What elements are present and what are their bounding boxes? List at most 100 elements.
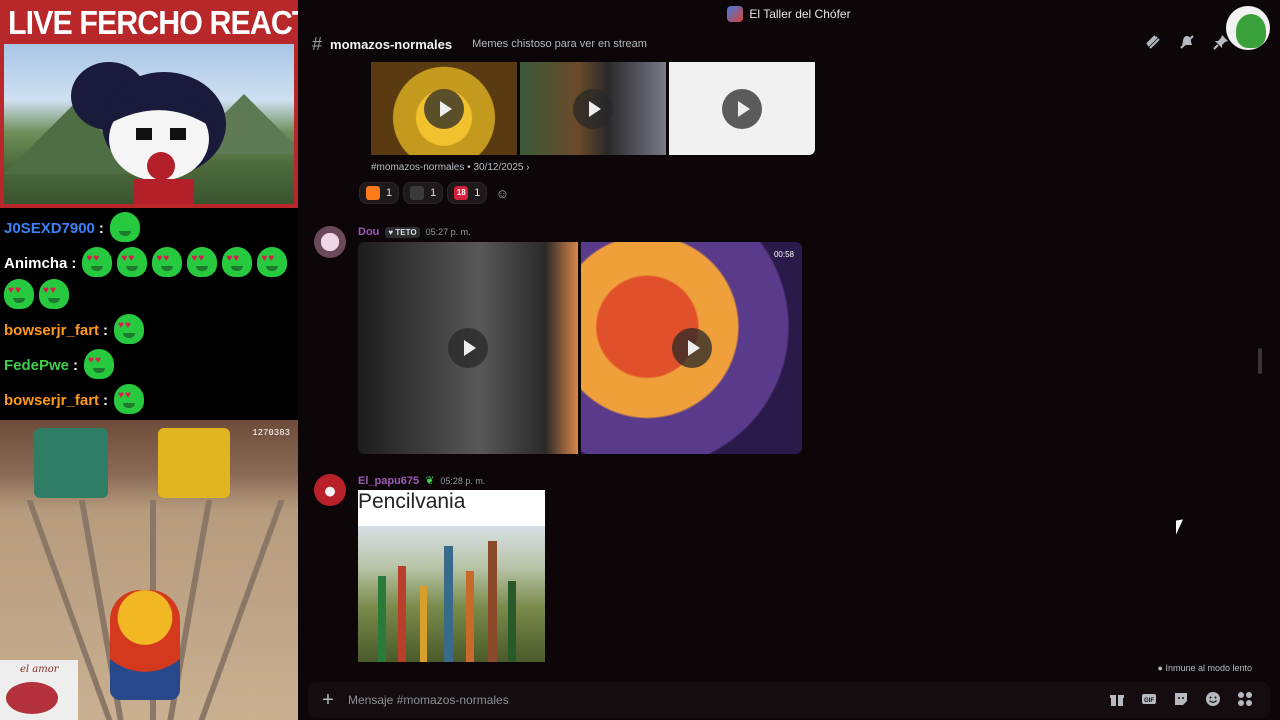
message-composer: + GIF (308, 682, 1270, 718)
webcam-image (4, 44, 294, 204)
emote-icon (109, 212, 140, 242)
add-attachment-button[interactable]: + (308, 689, 348, 712)
emote-icon (152, 247, 183, 277)
sticker-text: el amor (20, 664, 59, 675)
message-timestamp: 05:28 p. m. (440, 475, 486, 486)
reaction-fire[interactable]: 1 (359, 182, 400, 204)
play-icon[interactable] (448, 328, 488, 368)
threads-icon[interactable] (1144, 34, 1162, 52)
emote-icon (117, 247, 148, 277)
chat-message: bowserjr_fart: (4, 314, 294, 346)
server-icon (727, 6, 744, 22)
video-attachment[interactable] (520, 62, 666, 155)
message-username[interactable]: El_papu675 (358, 475, 419, 487)
emote-icon (84, 349, 115, 379)
chat-message: FedePwe: (4, 349, 294, 381)
emote-icon (114, 384, 145, 414)
gameplay-video: 1270383 el amor (0, 420, 298, 720)
chat-separator: : (103, 391, 109, 409)
play-icon[interactable] (671, 328, 712, 368)
chat-username: J0SEXD7900 (4, 219, 95, 237)
webcam-frame: LIVE FERCHO REACTION (0, 0, 362, 208)
forward-source[interactable]: #momazos-normales • 30/12/2025 › (371, 162, 530, 173)
video-attachment[interactable]: 00:58 (581, 242, 802, 454)
guild-tag-label: TETO (395, 227, 417, 237)
gift-icon[interactable] (1108, 691, 1126, 709)
train (158, 428, 230, 498)
svg-text:GIF: GIF (1144, 698, 1154, 704)
message-timestamp: 05:27 p. m. (425, 227, 471, 237)
gif-icon[interactable]: GIF (1140, 691, 1158, 709)
add-reaction-icon[interactable]: ☺ (491, 182, 513, 204)
video-duration: 00:58 (773, 250, 794, 259)
game-score: 1270383 (252, 428, 290, 438)
channel-header: # momazos-normales Memes chistoso para v… (298, 28, 1280, 60)
chat-username: bowserjr_fart (4, 321, 100, 339)
runner-character (110, 590, 180, 700)
sticker-icon (410, 186, 425, 200)
image-caption: Pencilvania (358, 490, 466, 513)
avatar[interactable] (314, 474, 346, 506)
video-attachment[interactable] (358, 242, 578, 454)
badge-icon: ❦ (425, 475, 435, 487)
message-username[interactable]: Dou (358, 226, 379, 238)
chat-separator: : (98, 219, 104, 237)
slow-mode-label: Inmune al modo lento (1165, 663, 1252, 673)
stream-overlay: LIVE FERCHO REACTION J0SEXD7900: Animcha:… (0, 0, 362, 720)
mouse-cursor (1176, 519, 1183, 535)
message-header: El_papu675 ❦ 05:28 p. m. (358, 474, 486, 488)
forward-date: 30/12/2025 (473, 162, 524, 173)
forward-channel[interactable]: #momazos-normales (371, 162, 464, 173)
sticker-overlay: el amor (0, 660, 78, 720)
mute-icon[interactable] (1178, 34, 1196, 52)
stream-chat: J0SEXD7900:Animcha:bowserjr_fart:FedePwe… (0, 208, 298, 420)
chat-message: J0SEXD7900: (4, 212, 294, 244)
video-attachment[interactable] (371, 62, 517, 155)
server-name: El Taller del Chófer (749, 7, 851, 21)
chat-separator: : (73, 356, 79, 374)
emote-icon (4, 279, 34, 309)
reaction-18[interactable]: 18 1 (447, 182, 488, 204)
chat-separator: : (71, 254, 77, 272)
avatar[interactable] (314, 226, 346, 258)
emote-icon (187, 247, 218, 277)
chat-message: Animcha: (4, 247, 294, 311)
apps-icon[interactable] (1236, 691, 1254, 709)
discord-window: El Taller del Chófer # momazos-normales … (298, 0, 1280, 720)
guild-tag[interactable]: ♥ TETO (385, 226, 420, 238)
18-icon: 18 (454, 186, 469, 200)
scrollbar[interactable] (1258, 348, 1262, 374)
message-input[interactable] (348, 693, 1108, 707)
reaction-count: 1 (386, 187, 393, 199)
play-icon[interactable] (573, 88, 613, 129)
emoji-icon[interactable] (1204, 691, 1222, 709)
channel-name: momazos-normales (330, 36, 453, 52)
video-attachment[interactable] (669, 62, 815, 155)
reaction-bar: 1 1 18 1 ☺ (359, 182, 513, 204)
chat-username: Animcha (4, 254, 68, 272)
emote-icon (257, 247, 288, 277)
emote-icon (114, 314, 145, 344)
fire-icon (366, 186, 380, 200)
play-icon[interactable] (722, 88, 762, 129)
channel-hash-icon: # (312, 33, 323, 54)
channel-topic[interactable]: Memes chistoso para ver en stream (472, 38, 647, 50)
reaction-sticker[interactable]: 1 (403, 182, 444, 204)
train (34, 428, 108, 498)
emote-icon (82, 247, 113, 277)
chat-username: FedePwe (4, 356, 70, 374)
cartoon-avatar (71, 62, 226, 204)
emote-icon (39, 279, 69, 309)
play-icon[interactable] (424, 88, 464, 129)
image-attachment[interactable]: Pencilvania (358, 490, 545, 662)
pin-icon[interactable] (1212, 34, 1230, 52)
reaction-count: 1 (474, 187, 481, 199)
chat-separator: : (103, 321, 109, 339)
slow-mode-indicator: ● Inmune al modo lento (1157, 663, 1253, 673)
chat-message: bowserjr_fart: (4, 384, 294, 416)
chat-username: bowserjr_fart (4, 391, 100, 409)
title-bar: El Taller del Chófer (298, 0, 1280, 28)
message-header: Dou ♥ TETO 05:27 p. m. (358, 226, 471, 238)
sticker-icon[interactable] (1172, 691, 1190, 709)
message-list: #momazos-normales • 30/12/2025 › 1 1 18 1 ☺ … (298, 60, 1280, 670)
